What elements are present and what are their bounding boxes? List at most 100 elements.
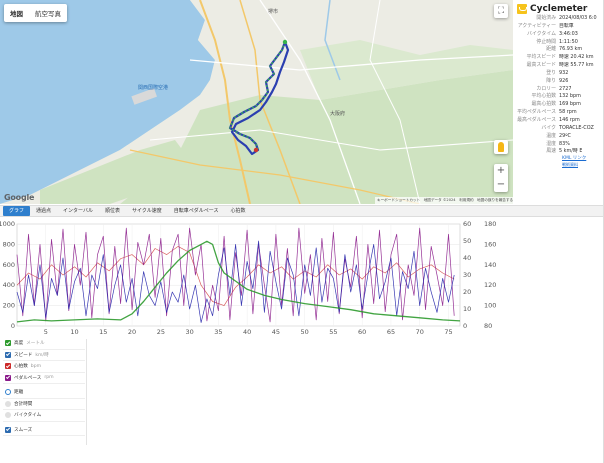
zoom-in-button[interactable]: + (494, 164, 508, 178)
smooth-option[interactable]: スムーズ (3, 425, 85, 436)
stat-label: 最高ペダルペース (517, 116, 556, 123)
map-canvas[interactable] (0, 0, 513, 204)
stat-label: 最高スピード (526, 62, 556, 69)
x-axis-tick-label: 65 (387, 328, 395, 336)
left-axis-tick-label: 0 (11, 322, 15, 330)
stat-label: バイクタイム (527, 30, 556, 37)
stat-value: 926 (559, 77, 569, 84)
stat-row: アクティビティー 自転車 (513, 23, 604, 31)
stat-row: 温度 29ºC (513, 133, 604, 141)
legend-item-altitude[interactable]: 高度 メートル (3, 338, 85, 350)
stat-row: 登り 932 (513, 70, 604, 78)
map-type-satellite-button[interactable]: 航空写真 (29, 4, 67, 22)
altitude-checkbox[interactable] (5, 340, 11, 347)
x-axis-tick-label: 55 (329, 328, 337, 336)
stat-value: 3:46:03 (559, 30, 578, 37)
legend-label: 高度 (14, 341, 24, 347)
left-axis-tick-label: 200 (3, 302, 15, 310)
stat-value: 時速 20.42 km (559, 54, 594, 61)
stat-row: 最高心拍数 169 bpm (513, 101, 604, 109)
stat-row: 降り 926 (513, 78, 604, 86)
x-axis-tick-label: 5 (44, 328, 48, 336)
google-logo: Google (4, 193, 35, 202)
x-axis-tick-label: 10 (70, 328, 78, 336)
right-axis-hr-tick-label: 80 (484, 322, 492, 330)
tab-heart-rate[interactable]: 心拍数 (225, 206, 252, 216)
legend-item-heart-rate[interactable]: 心拍数 bpm (3, 361, 85, 373)
stat-value: 83% (559, 140, 570, 147)
tab-leaderboard[interactable]: 順位表 (99, 206, 126, 216)
map-label-airport: 関西国際空港 (138, 85, 169, 91)
tab-graph[interactable]: グラフ (3, 206, 31, 216)
x-axis-tick-label: 25 (157, 328, 165, 336)
x-option-bike-time[interactable]: バイクタイム (3, 410, 85, 422)
right-axis-hr-tick-label: 160 (484, 240, 496, 248)
x-axis-tick-label: 30 (185, 328, 193, 336)
left-axis-tick-label: 1000 (0, 220, 15, 228)
stat-value: 932 (559, 69, 569, 76)
stat-row: 開始済み 2024/08/03 6:0 (513, 15, 604, 23)
speed-checkbox[interactable] (5, 351, 11, 358)
stat-row: バイクタイム 3:46:03 (513, 31, 604, 39)
x-axis-tick-label: 40 (243, 328, 251, 336)
stat-row: 平均心拍数 132 bpm (513, 93, 604, 101)
stat-value: 1:11:50 (559, 38, 578, 45)
x-axis-tick-label: 50 (301, 328, 309, 336)
ride-chart[interactable]: 0 200 400 600 800 1000 0 10 20 30 40 50 60 80 100 120 14… (0, 218, 604, 338)
stat-row: 停止時間 1:11:50 (513, 39, 604, 47)
legend-item-cadence[interactable]: ペダルペース rpm (3, 373, 85, 384)
legend-unit: メートル (26, 341, 45, 347)
legend-item-speed[interactable]: スピード km/時 (3, 350, 85, 361)
right-axis-hr-tick-label: 180 (484, 220, 496, 228)
chart-options-panel: 高度 メートル スピード km/時 心拍数 bpm ペダルペース rpm 距離 … (3, 338, 85, 446)
stat-row: カロリー 2727 (513, 86, 604, 94)
x-axis-tick-label: 20 (128, 328, 136, 336)
stat-label: 温度 (546, 132, 556, 139)
tab-waypoints[interactable]: 通過点 (30, 206, 57, 216)
right-axis-hr-tick-label: 140 (484, 261, 496, 269)
total-time-radio[interactable] (5, 400, 11, 407)
zoom-out-button[interactable]: − (494, 178, 508, 192)
cyclemeter-logo-icon (517, 4, 527, 14)
ride-stats-table: 開始済み 2024/08/03 6:0 アクティビティー 自転車 バイクタイム 3:46:… (513, 15, 604, 168)
right-axis-speed-tick-label: 30 (463, 271, 471, 279)
stat-label: 平均ペダルペース (517, 109, 556, 116)
distance-radio[interactable] (5, 389, 11, 396)
right-axis-speed-tick-label: 0 (463, 322, 467, 330)
heart-rate-checkbox[interactable] (5, 363, 11, 370)
tab-intervals[interactable]: インターバル (57, 206, 99, 216)
stat-row: 平均ペダルペース 58 rpm (513, 109, 604, 117)
x-axis-tick-label: 35 (214, 328, 222, 336)
x-option-distance[interactable]: 距離 (3, 387, 85, 399)
x-option-label: 距離 (14, 390, 24, 396)
stat-row: 最高ペダルペース 146 rpm (513, 117, 604, 125)
stat-row: バイク TORACLE-COZ (513, 125, 604, 133)
help-link[interactable]: 戦術資料 (562, 162, 604, 168)
stat-value: 29ºC (559, 132, 571, 139)
map-footer-links[interactable]: キーボードショートカット 地図データ ©2024 利用規約 地図の誤りを報告する (375, 197, 513, 204)
bike-time-radio[interactable] (5, 412, 11, 419)
smooth-checkbox[interactable] (5, 426, 11, 433)
stat-value: 146 rpm (559, 116, 580, 123)
x-axis-tick-label: 75 (444, 328, 452, 336)
tab-pedal-pace[interactable]: 自転車ペダルペース (168, 206, 225, 216)
x-axis-tick-label: 60 (358, 328, 366, 336)
left-axis-tick-label: 600 (3, 261, 15, 269)
tab-cycle-speed[interactable]: サイクル速度 (126, 206, 168, 216)
stat-label: バイク (541, 124, 556, 131)
x-option-label: 合計時間 (14, 401, 33, 407)
route-map[interactable]: 堺市 関西国際空港 大阪府 地図 航空写真 ⛶ + − Google キーボード… (0, 0, 513, 204)
ride-chart-svg[interactable]: 0 200 400 600 800 1000 0 10 20 30 40 50 60 80 100 120 14… (0, 218, 604, 338)
right-axis-hr-tick-label: 120 (484, 281, 496, 289)
stat-value: 時速 55.77 km (559, 62, 594, 69)
smooth-label: スムーズ (14, 427, 33, 433)
map-type-roadmap-button[interactable]: 地図 (4, 4, 29, 22)
right-axis-speed-tick-label: 40 (463, 254, 471, 262)
stat-row: 風速 5 km/時 E (513, 148, 604, 156)
legend-unit: km/時 (35, 352, 49, 358)
x-option-total-time[interactable]: 合計時間 (3, 399, 85, 410)
x-axis-tick-label: 70 (416, 328, 424, 336)
fullscreen-button[interactable]: ⛶ (494, 4, 508, 18)
cadence-checkbox[interactable] (5, 374, 11, 381)
street-view-pegman-button[interactable] (494, 140, 508, 154)
